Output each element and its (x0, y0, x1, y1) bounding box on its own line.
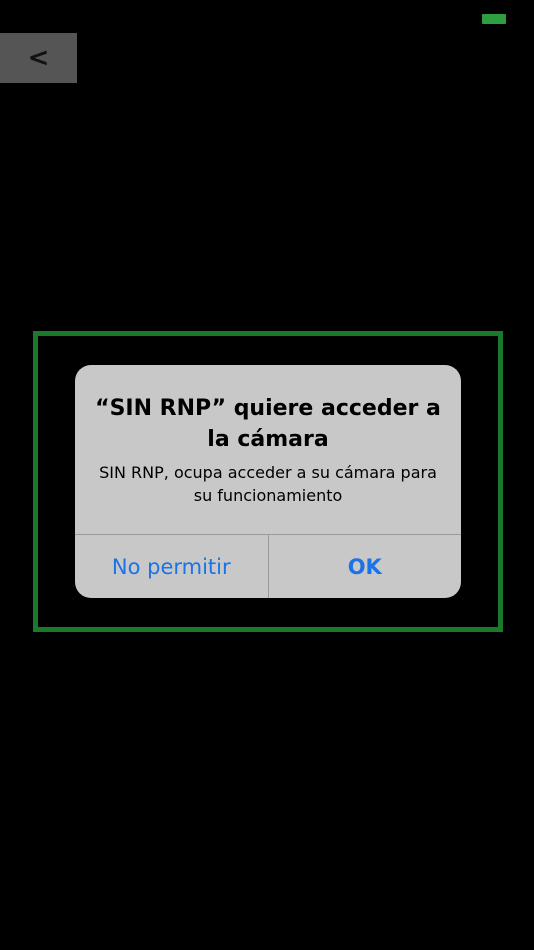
alert-message: SIN RNP, ocupa acceder a su cámara para … (99, 463, 437, 505)
permission-alert: “SIN RNP” quiere acceder a la cámara SIN… (75, 365, 461, 598)
battery-icon (482, 14, 506, 24)
alert-body: “SIN RNP” quiere acceder a la cámara SIN… (75, 365, 461, 534)
deny-button[interactable]: No permitir (75, 535, 268, 598)
alert-actions: No permitir OK (75, 534, 461, 598)
ok-button[interactable]: OK (269, 535, 462, 598)
back-button[interactable]: < (0, 33, 77, 83)
alert-title: “SIN RNP” quiere acceder a la cámara (95, 396, 441, 452)
camera-screen: < “SIN RNP” quiere acceder a la cámara S… (0, 0, 534, 950)
back-chevron-icon: < (27, 43, 50, 73)
